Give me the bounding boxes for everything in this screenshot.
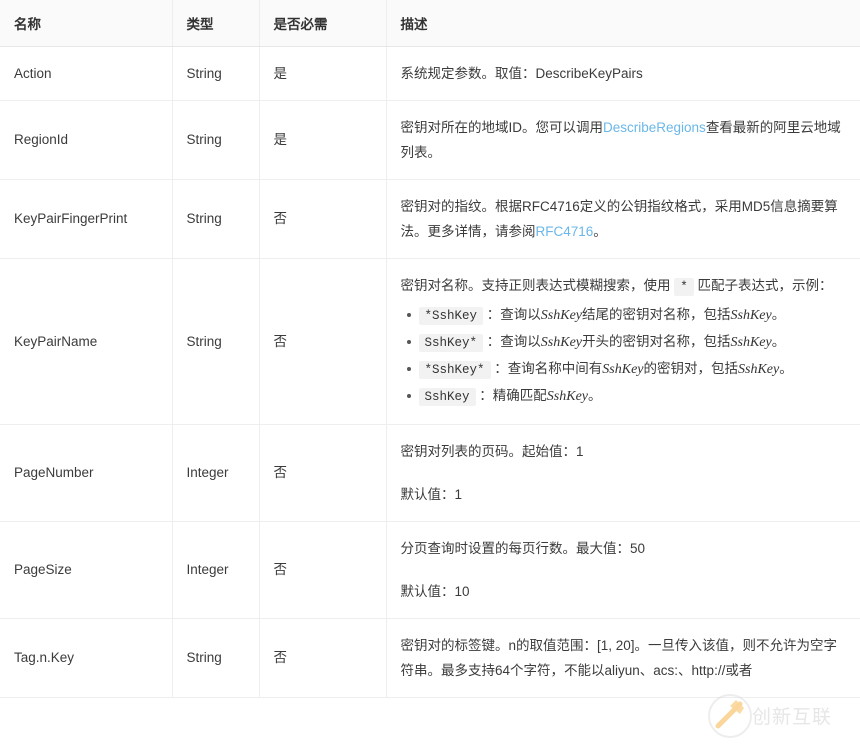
keyword-emphasis: SshKey: [731, 308, 772, 323]
bullet-text-a: ：精确匹配: [479, 388, 547, 403]
param-required: 否: [259, 425, 386, 522]
list-item: SshKey* ：查询以SshKey开头的密钥对名称，包括SshKey。: [419, 329, 847, 356]
api-parameters-table: 名称 类型 是否必需 描述 Action String 是 系统规定参数。取值：…: [0, 0, 860, 698]
param-name: KeyPairFingerPrint: [0, 180, 172, 259]
bullet-text-c: 。: [779, 361, 793, 376]
param-type: Integer: [172, 522, 259, 619]
param-name: Action: [0, 47, 172, 101]
pattern-code: *SshKey: [419, 307, 484, 325]
param-required: 否: [259, 259, 386, 425]
description-text-before: 密钥对名称。支持正则表达式模糊搜索，使用: [401, 278, 671, 293]
bullet-text-a: ：查询以: [487, 307, 541, 322]
description-bullet-list: *SshKey ：查询以SshKey结尾的密钥对名称，包括SshKey。 Ssh…: [401, 302, 847, 410]
pattern-code: SshKey: [419, 388, 476, 406]
keyword-emphasis: SshKey: [602, 362, 643, 377]
description-paragraph: 密钥对名称。支持正则表达式模糊搜索，使用 * 匹配子表达式，示例：: [401, 273, 847, 300]
keyword-emphasis: SshKey: [731, 335, 772, 350]
description-text-after: 匹配子表达式，示例：: [698, 278, 833, 293]
table-row: KeyPairFingerPrint String 否 密钥对的指纹。根据RFC…: [0, 180, 860, 259]
param-required: 否: [259, 522, 386, 619]
param-type: Integer: [172, 425, 259, 522]
param-name: RegionId: [0, 101, 172, 180]
bullet-text-a: ：查询名称中间有: [494, 361, 602, 376]
table-header: 名称 类型 是否必需 描述: [0, 0, 860, 47]
pattern-code: *SshKey*: [419, 361, 491, 379]
column-header-required: 是否必需: [259, 0, 386, 47]
param-description: 分页查询时设置的每页行数。最大值：50 默认值：10: [386, 522, 860, 619]
column-header-description: 描述: [386, 0, 860, 47]
param-type: String: [172, 180, 259, 259]
param-required: 否: [259, 619, 386, 698]
column-header-name: 名称: [0, 0, 172, 47]
param-description: 密钥对的指纹。根据RFC4716定义的公钥指纹格式，采用MD5信息摘要算法。更多…: [386, 180, 860, 259]
param-type: String: [172, 47, 259, 101]
param-description: 密钥对所在的地域ID。您可以调用DescribeRegions查看最新的阿里云地…: [386, 101, 860, 180]
table-body: Action String 是 系统规定参数。取值：DescribeKeyPai…: [0, 47, 860, 698]
param-name: PageNumber: [0, 425, 172, 522]
table-row: KeyPairName String 否 密钥对名称。支持正则表达式模糊搜索，使…: [0, 259, 860, 425]
wildcard-code: *: [674, 278, 694, 296]
table-row: Tag.n.Key String 否 密钥对的标签键。n的取值范围：[1, 20…: [0, 619, 860, 698]
table-row: Action String 是 系统规定参数。取值：DescribeKeyPai…: [0, 47, 860, 101]
param-required: 否: [259, 180, 386, 259]
description-default-value: 默认值：1: [401, 482, 847, 507]
bullet-text-b: 结尾的密钥对名称，包括: [582, 307, 731, 322]
bullet-text-a: ：查询以: [487, 334, 541, 349]
description-paragraph: 密钥对的指纹。根据RFC4716定义的公钥指纹格式，采用MD5信息摘要算法。更多…: [401, 194, 847, 244]
column-header-type: 类型: [172, 0, 259, 47]
pattern-code: SshKey*: [419, 334, 484, 352]
list-item: *SshKey* ：查询名称中间有SshKey的密钥对，包括SshKey。: [419, 356, 847, 383]
description-text-after: 。: [593, 224, 607, 239]
table-row: PageSize Integer 否 分页查询时设置的每页行数。最大值：50 默…: [0, 522, 860, 619]
list-item: SshKey ：精确匹配SshKey。: [419, 383, 847, 410]
description-paragraph: 密钥对列表的页码。起始值：1: [401, 439, 847, 464]
keyword-emphasis: SshKey: [547, 389, 588, 404]
param-name: PageSize: [0, 522, 172, 619]
param-description: 密钥对的标签键。n的取值范围：[1, 20]。一旦传入该值，则不允许为空字符串。…: [386, 619, 860, 698]
bullet-text-b: 的密钥对，包括: [644, 361, 739, 376]
description-paragraph: 密钥对的标签键。n的取值范围：[1, 20]。一旦传入该值，则不允许为空字符串。…: [401, 633, 847, 683]
param-description: 密钥对列表的页码。起始值：1 默认值：1: [386, 425, 860, 522]
list-item: *SshKey ：查询以SshKey结尾的密钥对名称，包括SshKey。: [419, 302, 847, 329]
keyword-emphasis: SshKey: [541, 335, 582, 350]
description-text-before: 密钥对所在的地域ID。您可以调用: [401, 120, 604, 135]
keyword-emphasis: SshKey: [738, 362, 779, 377]
param-name: Tag.n.Key: [0, 619, 172, 698]
table-header-row: 名称 类型 是否必需 描述: [0, 0, 860, 47]
keyword-emphasis: SshKey: [541, 308, 582, 323]
rfc4716-link[interactable]: RFC4716: [536, 224, 594, 239]
param-type: String: [172, 619, 259, 698]
param-type: String: [172, 259, 259, 425]
bullet-text-c: 。: [772, 307, 786, 322]
bullet-text-b: 开头的密钥对名称，包括: [582, 334, 731, 349]
bullet-text-c: 。: [772, 334, 786, 349]
bullet-text-b: 。: [588, 388, 602, 403]
watermark-text: 创新互联: [752, 702, 832, 729]
param-required: 是: [259, 101, 386, 180]
param-required: 是: [259, 47, 386, 101]
param-description: 密钥对名称。支持正则表达式模糊搜索，使用 * 匹配子表达式，示例： *SshKe…: [386, 259, 860, 425]
description-paragraph: 密钥对所在的地域ID。您可以调用DescribeRegions查看最新的阿里云地…: [401, 115, 847, 165]
param-type: String: [172, 101, 259, 180]
description-paragraph: 分页查询时设置的每页行数。最大值：50: [401, 536, 847, 561]
describe-regions-link[interactable]: DescribeRegions: [603, 120, 706, 135]
param-name: KeyPairName: [0, 259, 172, 425]
param-description: 系统规定参数。取值：DescribeKeyPairs: [386, 47, 860, 101]
description-paragraph: 系统规定参数。取值：DescribeKeyPairs: [401, 61, 847, 86]
description-text-before: 密钥对的指纹。根据RFC4716定义的公钥指纹格式，采用MD5信息摘要算法。更多…: [401, 199, 838, 239]
table-row: RegionId String 是 密钥对所在的地域ID。您可以调用Descri…: [0, 101, 860, 180]
description-default-value: 默认值：10: [401, 579, 847, 604]
table-row: PageNumber Integer 否 密钥对列表的页码。起始值：1 默认值：…: [0, 425, 860, 522]
